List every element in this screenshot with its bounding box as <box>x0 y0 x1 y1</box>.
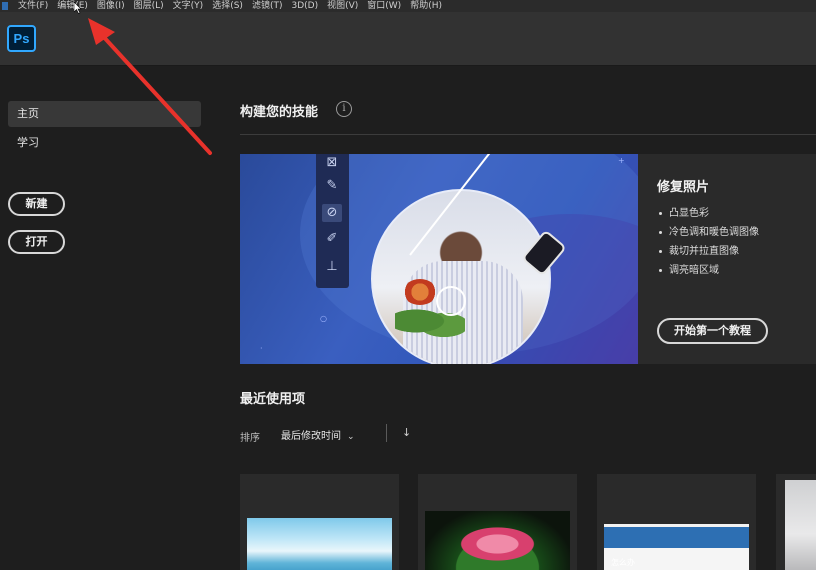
healing-ring-icon <box>436 286 466 316</box>
menu-file[interactable]: 文件(F) <box>18 0 48 12</box>
recent-file-card[interactable]: 怎么办 <box>597 474 756 570</box>
recent-file-card[interactable] <box>240 474 399 570</box>
recent-file-card[interactable] <box>776 474 816 570</box>
divider <box>240 134 816 135</box>
start-tutorial-button[interactable]: 开始第一个教程 <box>657 318 768 344</box>
open-button[interactable]: 打开 <box>8 230 65 254</box>
menu-filter[interactable]: 滤镜(T) <box>252 0 283 12</box>
list-item: 冷色调和暖色调图像 <box>659 223 759 242</box>
app-mini-icon <box>2 2 8 10</box>
skills-title: 构建您的技能 <box>240 105 319 120</box>
bandage-icon: ⊘ <box>322 204 342 222</box>
list-item: 凸显色彩 <box>659 204 759 223</box>
menu-layer[interactable]: 图层(L) <box>134 0 164 12</box>
menu-help[interactable]: 帮助(H) <box>410 0 442 12</box>
chevron-down-icon: ⌄ <box>347 432 355 442</box>
frame-icon: ⊠ <box>326 155 338 170</box>
thumbnail-text: 怎么办 <box>611 558 635 567</box>
menu-image[interactable]: 图像(I) <box>97 0 125 12</box>
new-button[interactable]: 新建 <box>8 192 65 216</box>
brush-icon: ✐ <box>326 231 338 246</box>
header-bar: Ps <box>0 12 816 66</box>
sidebar-item-home[interactable]: 主页 <box>8 101 201 127</box>
menu-window[interactable]: 窗口(W) <box>367 0 401 12</box>
sort-dropdown[interactable]: 最后修改时间 ⌄ <box>281 427 355 442</box>
list-item: 调亮暗区域 <box>659 261 759 280</box>
tutorial-title: 修复照片 <box>657 180 710 195</box>
menu-select[interactable]: 选择(S) <box>212 0 243 12</box>
file-thumbnail <box>247 518 392 570</box>
tutorial-banner-image[interactable]: ⊠ ✎ ⊘ ✐ ⊥ ○ · + <box>240 154 638 364</box>
sparkle-icon: + <box>618 156 625 165</box>
menu-3d[interactable]: 3D(D) <box>291 0 318 12</box>
tutorial-card: 修复照片 凸显色彩 冷色调和暖色调图像 裁切并拉直图像 调亮暗区域 开始第一个教… <box>638 154 816 364</box>
sort-value: 最后修改时间 <box>281 431 341 442</box>
file-thumbnail <box>785 480 816 570</box>
menu-bar: 文件(F) 编辑(E) 图像(I) 图层(L) 文字(Y) 选择(S) 滤镜(T… <box>0 0 816 12</box>
menu-edit[interactable]: 编辑(E) <box>57 0 88 12</box>
woman-with-flowers-photo <box>371 189 551 364</box>
menu-type[interactable]: 文字(Y) <box>173 0 204 12</box>
menu-view[interactable]: 视图(V) <box>327 0 358 12</box>
separator <box>386 424 387 442</box>
photoshop-logo[interactable]: Ps <box>7 25 36 52</box>
main-content: 构建您的技能 i ⊠ ✎ ⊘ ✐ ⊥ ○ · + 修复照片 凸显色彩 冷色调和暖… <box>210 67 816 570</box>
file-thumbnail <box>425 511 570 570</box>
sidebar-item-learn[interactable]: 学习 <box>8 130 201 156</box>
sparkle-icon: · <box>260 344 263 353</box>
mouse-cursor-icon <box>74 2 82 14</box>
sort-direction-icon[interactable]: ↓ <box>402 426 411 439</box>
sidebar: 主页 学习 新建 打开 <box>0 67 210 570</box>
list-item: 裁切并拉直图像 <box>659 242 759 261</box>
info-icon[interactable]: i <box>336 101 352 117</box>
sparkle-icon: ○ <box>320 314 327 323</box>
recent-title: 最近使用项 <box>240 392 306 407</box>
toolbar-illustration: ⊠ ✎ ⊘ ✐ ⊥ <box>316 154 349 288</box>
tutorial-list: 凸显色彩 冷色调和暖色调图像 裁切并拉直图像 调亮暗区域 <box>659 204 759 280</box>
sort-label: 排序 <box>240 433 260 444</box>
recent-file-card[interactable] <box>418 474 577 570</box>
stamp-icon: ⊥ <box>326 259 338 274</box>
eyedropper-icon: ✎ <box>326 178 338 193</box>
